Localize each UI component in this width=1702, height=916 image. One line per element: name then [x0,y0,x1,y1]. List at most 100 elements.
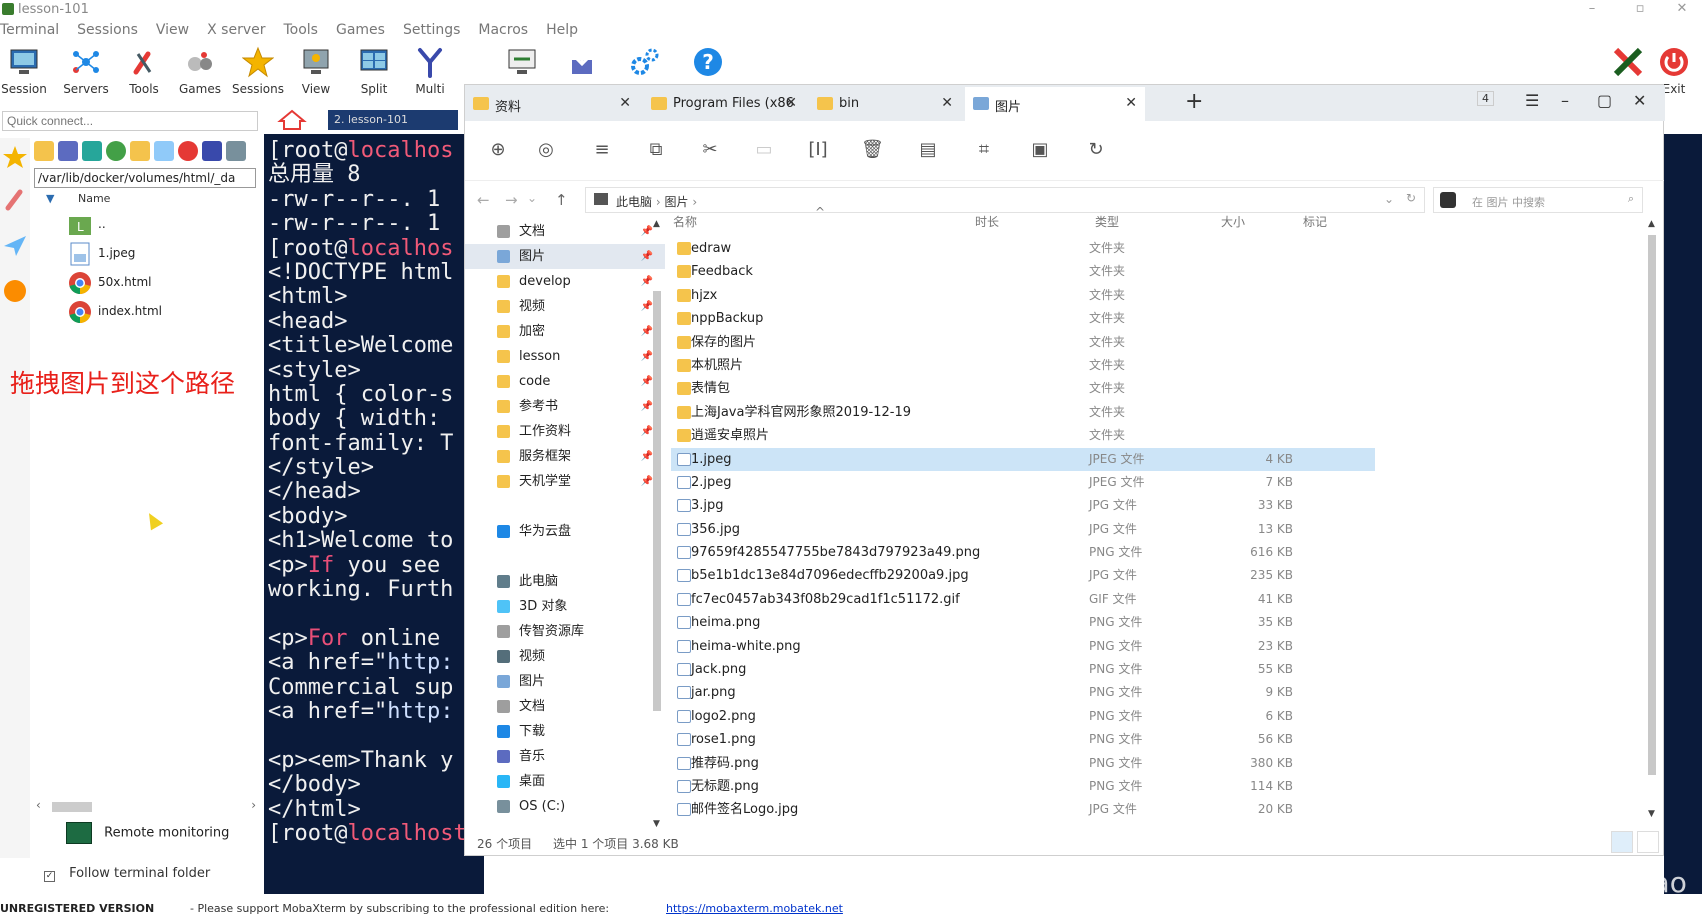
new-tab-button[interactable]: + [1185,89,1203,114]
menu-help[interactable]: Help [546,22,578,42]
folder-row[interactable]: 表情包 文件夹 [665,377,1655,400]
menu-games[interactable]: Games [336,22,385,42]
close-tab-icon[interactable]: ✕ [785,95,797,111]
file-row[interactable]: 邮件签名Logo.jpg JPG 文件 20 KB [665,798,1655,821]
home-icon[interactable] [274,108,310,130]
details-view-icon[interactable] [1611,831,1633,853]
folder-row[interactable]: 本机照片 文件夹 [665,354,1655,377]
tree-header-name[interactable]: Name [78,192,110,205]
new-file-icon[interactable] [154,141,174,161]
minimize-button[interactable]: – [1561,91,1569,110]
file-row[interactable]: fc7ec0457ab343f08b29cad1f1c51172.gif GIF … [665,588,1655,611]
split-button[interactable]: Split [346,44,402,100]
menu-icon[interactable]: ☰ [1525,91,1539,110]
file-row[interactable]: 356.jpg JPG 文件 13 KB [665,518,1655,541]
nav-scrollbar[interactable]: ▲ ▼ [651,219,663,829]
nav-item[interactable]: 华为云盘 [465,519,665,544]
tab-folder[interactable]: 资料 ✕ [465,87,639,121]
file-list-scrollbar[interactable]: ▲ ▼ [1645,219,1659,819]
nav-item[interactable]: code 📌 [465,369,665,394]
column-header-date[interactable]: 时长 [975,207,999,237]
close-tab-icon[interactable]: ✕ [941,95,953,111]
tree-item-file[interactable]: 1.jpeg [40,239,256,268]
tree-item-parent[interactable]: L .. [40,210,256,239]
column-header-tag[interactable]: 标记 [1303,207,1327,237]
maximize-button[interactable]: ▢ [1597,91,1612,110]
scroll-down-icon[interactable]: ▼ [1648,809,1655,819]
tab-session[interactable]: 2. lesson-101 [328,110,458,130]
folder-row[interactable]: hjzx 文件夹 [665,284,1655,307]
new-icon[interactable]: ⊕ [487,139,509,161]
back-icon[interactable]: ← [477,191,490,209]
column-header-type[interactable]: 类型 [1095,207,1119,237]
nav-item[interactable]: 参考书 📌 [465,394,665,419]
nav-item[interactable]: 文档 [465,694,665,719]
nav-item[interactable]: 图片 📌 [465,244,665,269]
file-row[interactable]: Jack.png PNG 文件 55 KB [665,658,1655,681]
folder-row[interactable]: Feedback 文件夹 [665,260,1655,283]
quick-connect-input[interactable] [2,111,258,131]
menu-tools[interactable]: Tools [283,22,318,42]
file-row[interactable]: 3.jpg JPG 文件 33 KB [665,494,1655,517]
mobaxterm-link[interactable]: https://mobaxterm.mobatek.net [666,902,843,915]
multi-button[interactable]: Multi [402,44,458,100]
crop-icon[interactable]: ⌗ [973,139,995,161]
scroll-up-icon[interactable]: ▲ [653,219,660,229]
save-icon[interactable]: ▣ [1029,139,1051,161]
games-button[interactable]: Games [172,44,228,100]
up-icon[interactable]: ↑ [555,191,568,209]
delete-icon[interactable]: 🗑 [861,139,884,161]
file-row[interactable]: 无标题.png PNG 文件 114 KB [665,775,1655,798]
nav-item[interactable]: 加密 📌 [465,319,665,344]
nav-item[interactable]: 图片 [465,669,665,694]
macro-icon[interactable] [2,278,28,304]
search-icon[interactable]: ⌕ [1628,192,1634,206]
sessions-button[interactable]: Sessions [230,44,286,100]
session-button[interactable]: Session [0,44,52,100]
nav-item[interactable]: 视频 📌 [465,294,665,319]
folder-row[interactable]: edraw 文件夹 [665,237,1655,260]
file-row[interactable]: 1.jpeg JPEG 文件 4 KB [671,447,1375,471]
nav-item[interactable]: 服务框架 📌 [465,444,665,469]
file-row[interactable]: rose1.png PNG 文件 56 KB [665,728,1655,751]
file-row[interactable]: b5e1b1dc13e84d7096edecffb29200a9.jpg JPG … [665,564,1655,587]
file-row[interactable]: 97659f4285547755be7843d797923a49.png PNG … [665,541,1655,564]
send-icon[interactable] [2,232,28,258]
refresh-icon[interactable]: ↻ [1406,191,1416,205]
tools-button[interactable]: Tools [116,44,172,100]
scroll-left-icon[interactable]: ‹ [36,798,41,812]
download-icon[interactable] [58,141,78,161]
copy-icon[interactable]: ⧉ [645,139,667,161]
nav-item[interactable]: 音乐 [465,744,665,769]
permissions-icon[interactable] [226,141,246,161]
parent-folder-icon[interactable] [34,141,54,161]
tree-item-file[interactable]: 50x.html [40,268,256,297]
file-row[interactable]: jar.png PNG 文件 9 KB [665,681,1655,704]
menu-settings[interactable]: Settings [403,22,460,42]
new-folder-icon[interactable] [130,141,150,161]
follow-terminal-folder-checkbox[interactable]: ✓ Follow terminal folder [44,866,210,882]
file-row[interactable]: 2.jpeg JPEG 文件 7 KB [665,471,1655,494]
history-dropdown-icon[interactable]: ⌄ [527,191,537,205]
properties-icon[interactable]: ▤ [917,139,939,161]
file-row[interactable]: logo2.png PNG 文件 6 KB [665,705,1655,728]
sidebar-horizontal-scrollbar[interactable]: ‹ › [36,798,256,814]
nav-item[interactable]: 3D 对象 [465,594,665,619]
close-button[interactable]: ✕ [1662,0,1702,20]
upload-icon[interactable] [82,141,102,161]
scroll-right-icon[interactable]: › [251,798,256,812]
delete-icon[interactable] [178,141,198,161]
chevron-down-icon[interactable]: ⌄ [1384,192,1394,206]
servers-button[interactable]: Servers [58,44,114,100]
nav-item[interactable]: 传智资源库 [465,619,665,644]
folder-row[interactable]: 上海Java学科官网形象照2019-12-19 文件夹 [665,401,1655,424]
scroll-down-icon[interactable]: ▼ [653,819,660,829]
rotate-icon[interactable]: ↻ [1085,139,1107,161]
folder-row[interactable]: 逍遥安卓照片 文件夹 [665,424,1655,447]
file-row[interactable]: heima-white.png PNG 文件 23 KB [665,635,1655,658]
folder-row[interactable]: 保存的图片 文件夹 [665,331,1655,354]
refresh-icon[interactable] [106,141,126,161]
menu-view[interactable]: View [156,22,189,42]
view-button[interactable]: View [288,44,344,100]
view-mode-icon[interactable]: ≡ [591,139,613,161]
